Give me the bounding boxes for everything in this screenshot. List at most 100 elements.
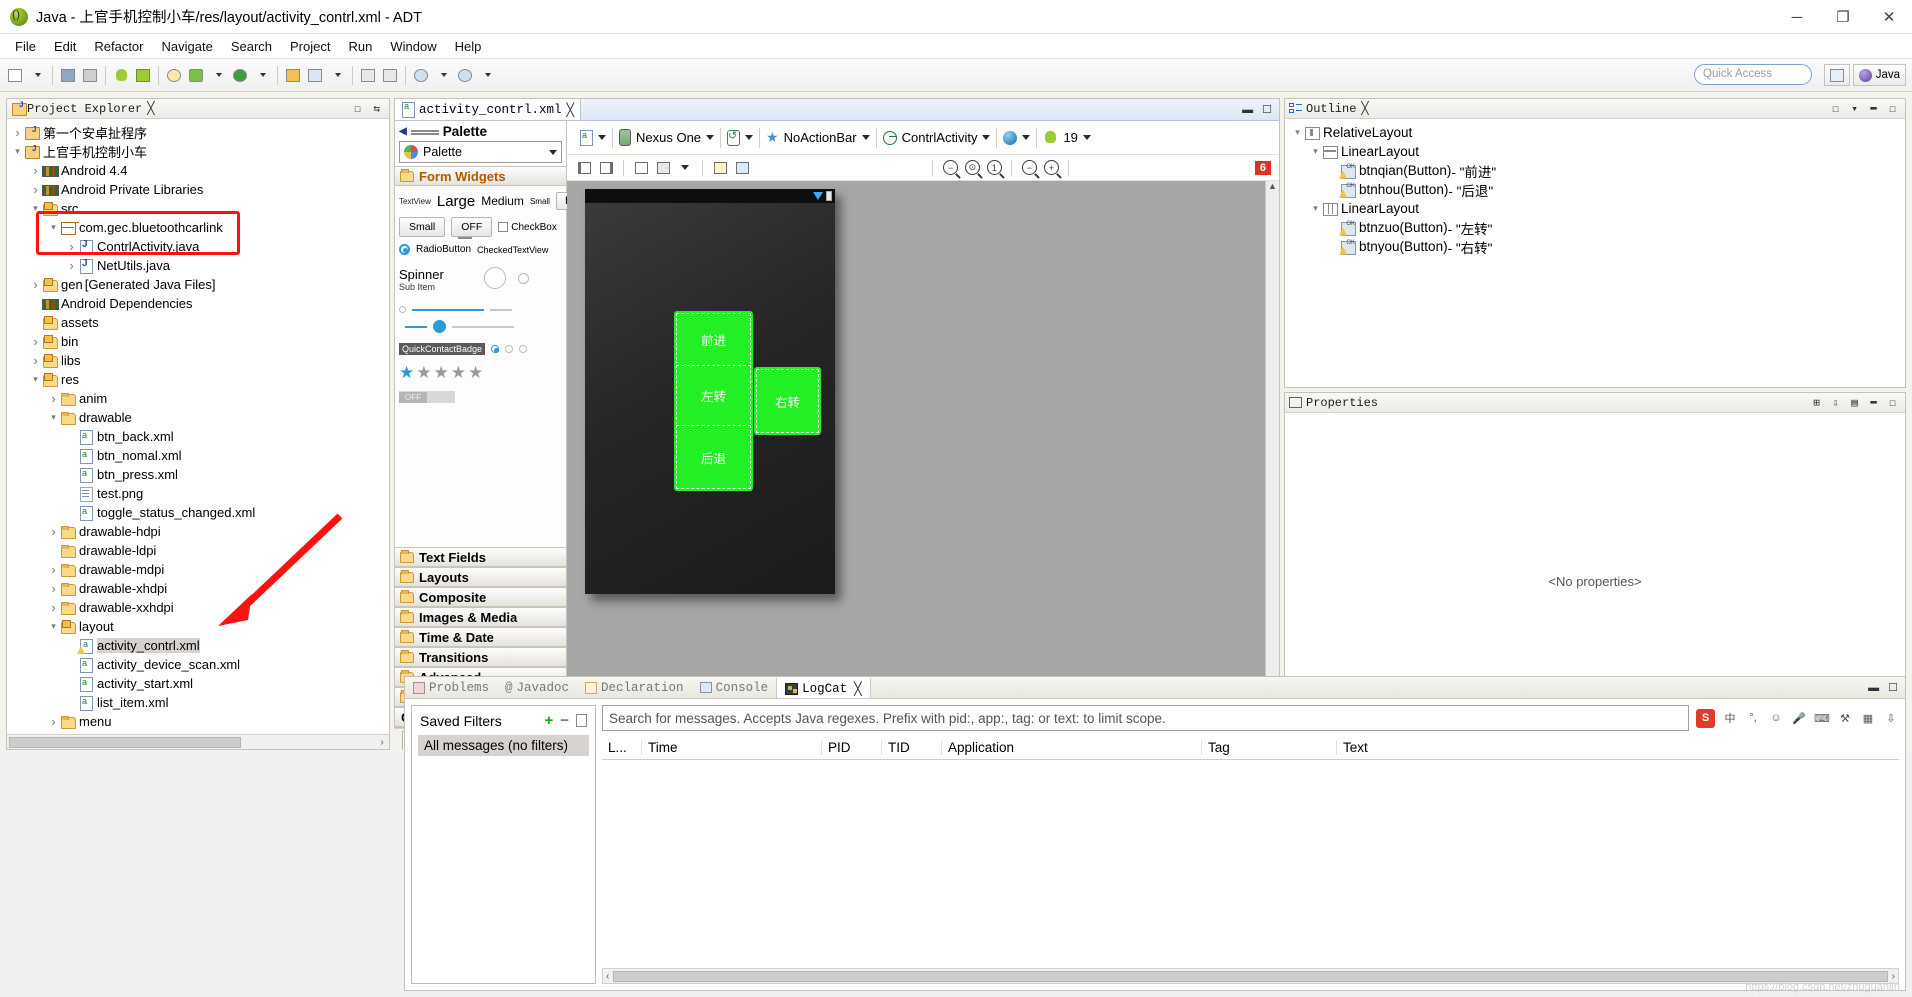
project-tree-hscrollbar[interactable]: › — [7, 734, 389, 749]
chevron-down-icon[interactable] — [29, 374, 42, 385]
outline-tree[interactable]: RelativeLayout LinearLayout btnqian (Butto… — [1285, 119, 1905, 387]
zoom-fit-icon[interactable]: ⊙ — [963, 159, 981, 177]
tree-item[interactable]: activity_device_scan.xml — [7, 655, 389, 674]
palette-category-text-fields[interactable]: Text Fields — [395, 547, 566, 567]
zoom-decrease-icon[interactable]: − — [1020, 159, 1038, 177]
back-dropdown-icon[interactable] — [433, 65, 453, 86]
editor-minimize-icon[interactable]: ▬ — [1242, 104, 1253, 116]
chevron-down-icon[interactable] — [11, 146, 24, 157]
tree-item[interactable]: assets — [7, 313, 389, 332]
widget-small-text[interactable]: Small — [530, 197, 550, 206]
menu-item-edit[interactable]: Edit — [45, 37, 85, 56]
config-locale-chooser[interactable] — [997, 130, 1036, 145]
scroll-right-icon[interactable]: › — [1892, 971, 1895, 982]
new-dropdown-icon[interactable] — [27, 65, 47, 86]
menu-item-project[interactable]: Project — [281, 37, 339, 56]
tree-item[interactable]: drawable — [7, 408, 389, 427]
column-text[interactable]: Text — [1337, 740, 1899, 755]
canvas-vscrollbar[interactable]: ▲ ▼ — [1265, 181, 1279, 712]
show-included-icon[interactable] — [632, 159, 650, 177]
filter-item-all-messages[interactable]: All messages (no filters) — [418, 735, 589, 756]
tree-item[interactable]: Android Private Libraries — [7, 180, 389, 199]
palette-category-form-widgets[interactable]: Form Widgets — [395, 166, 566, 186]
config-activity-chooser[interactable]: ContrlActivity — [877, 130, 997, 145]
tree-item[interactable]: ContrlActivity.java — [7, 237, 389, 256]
tree-item[interactable]: values — [7, 731, 389, 734]
remove-filter-icon[interactable]: − — [560, 712, 569, 729]
scroll-left-icon[interactable]: ‹ — [606, 971, 609, 982]
widget-seekbar[interactable] — [433, 320, 446, 333]
chevron-down-icon[interactable] — [745, 135, 754, 140]
chevron-down-icon[interactable] — [29, 203, 42, 214]
ime-voice-icon[interactable]: 🎤 — [1791, 710, 1807, 726]
debug-icon[interactable] — [186, 65, 206, 86]
chevron-right-icon[interactable] — [47, 714, 60, 729]
close-button[interactable]: ✕ — [1866, 0, 1912, 34]
tree-item[interactable]: activity_start.xml — [7, 674, 389, 693]
menu-item-help[interactable]: Help — [446, 37, 491, 56]
palette-category-layouts[interactable]: Layouts — [395, 567, 566, 587]
properties-sort-icon[interactable]: ⇩ — [1829, 396, 1842, 410]
tree-item[interactable]: drawable-mdpi — [7, 560, 389, 579]
zoom-100-icon[interactable]: 1 — [985, 159, 1003, 177]
tree-item[interactable]: activity_contrl.xml — [7, 636, 389, 655]
chevron-right-icon[interactable] — [47, 733, 60, 734]
new-class-icon[interactable] — [305, 65, 325, 86]
tree-item[interactable]: Android 4.4 — [7, 161, 389, 180]
toggle-outline-icon[interactable] — [597, 159, 615, 177]
outline-minimize-icon[interactable]: ▬ — [1867, 102, 1880, 116]
link-with-editor-icon[interactable]: ⇆ — [370, 102, 383, 116]
minimize-button[interactable]: ─ — [1774, 0, 1820, 34]
tree-item[interactable]: drawable-xxhdpi — [7, 598, 389, 617]
chevron-right-icon[interactable] — [47, 600, 60, 615]
run-icon[interactable] — [230, 65, 250, 86]
tree-item[interactable]: test.png — [7, 484, 389, 503]
config-file-chooser[interactable] — [573, 130, 612, 146]
ime-toolbox-icon[interactable]: ⚒ — [1837, 710, 1853, 726]
tree-item[interactable]: btn_press.xml — [7, 465, 389, 484]
tree-item[interactable]: drawable-hdpi — [7, 522, 389, 541]
widget-quickcontactbadge[interactable]: QuickContactBadge — [399, 343, 486, 355]
error-count-badge[interactable]: 6 — [1254, 160, 1271, 175]
tree-item[interactable]: gen [Generated Java Files] — [7, 275, 389, 294]
palette-category-time-date[interactable]: Time & Date — [395, 627, 566, 647]
chevron-right-icon[interactable] — [47, 391, 60, 406]
tree-item[interactable]: libs — [7, 351, 389, 370]
chevron-down-icon[interactable] — [861, 135, 870, 140]
new-class-dropdown-icon[interactable] — [327, 65, 347, 86]
menu-item-run[interactable]: Run — [339, 37, 381, 56]
widget-textview[interactable]: TextView — [399, 197, 431, 206]
ime-emoji-icon[interactable]: ☺ — [1768, 710, 1784, 726]
scroll-right-icon[interactable]: › — [375, 737, 389, 748]
chevron-right-icon[interactable] — [29, 334, 42, 349]
column-tag[interactable]: Tag — [1202, 740, 1337, 755]
column-pid[interactable]: PID — [822, 740, 882, 755]
forward-dropdown-icon[interactable] — [477, 65, 497, 86]
chevron-right-icon[interactable] — [29, 182, 42, 197]
tree-item[interactable]: layout — [7, 617, 389, 636]
properties-minimize-icon[interactable]: ▬ — [1867, 396, 1880, 410]
config-theme-chooser[interactable]: ★ NoActionBar — [760, 129, 876, 146]
ime-keyboard-icon[interactable]: ⌨ — [1814, 710, 1830, 726]
chevron-down-icon[interactable] — [47, 412, 60, 423]
menu-item-navigate[interactable]: Navigate — [153, 37, 222, 56]
editor-maximize-icon[interactable]: ☐ — [1262, 103, 1272, 116]
tree-item[interactable]: com.gec.bluetoothcarlink — [7, 218, 389, 237]
tree-item[interactable]: NetUtils.java — [7, 256, 389, 275]
widget-progressbar-horizontal[interactable] — [412, 308, 484, 311]
edit-filter-icon[interactable] — [576, 714, 587, 727]
refresh-layout-icon[interactable] — [654, 159, 672, 177]
palette-category-images-media[interactable]: Images & Media — [395, 607, 566, 627]
outline-item[interactable]: RelativeLayout — [1285, 123, 1905, 142]
save-icon[interactable] — [58, 65, 78, 86]
widget-ratingbar[interactable]: ★ ★ ★ ★ ★ — [399, 364, 483, 381]
tab-logcat[interactable]: LogCat ╳ — [776, 677, 871, 698]
palette-category-composite[interactable]: Composite — [395, 587, 566, 607]
chevron-right-icon[interactable] — [65, 239, 78, 254]
widget-large-text[interactable]: Large — [437, 193, 475, 210]
widget-toggle-button[interactable]: OFF — [451, 217, 493, 239]
outline-collapse-all-icon[interactable]: ☐ — [1829, 102, 1842, 116]
print-icon[interactable] — [80, 65, 100, 86]
outline-item[interactable]: btnzuo (Button) - "左转" — [1285, 218, 1905, 237]
menu-item-refactor[interactable]: Refactor — [85, 37, 152, 56]
